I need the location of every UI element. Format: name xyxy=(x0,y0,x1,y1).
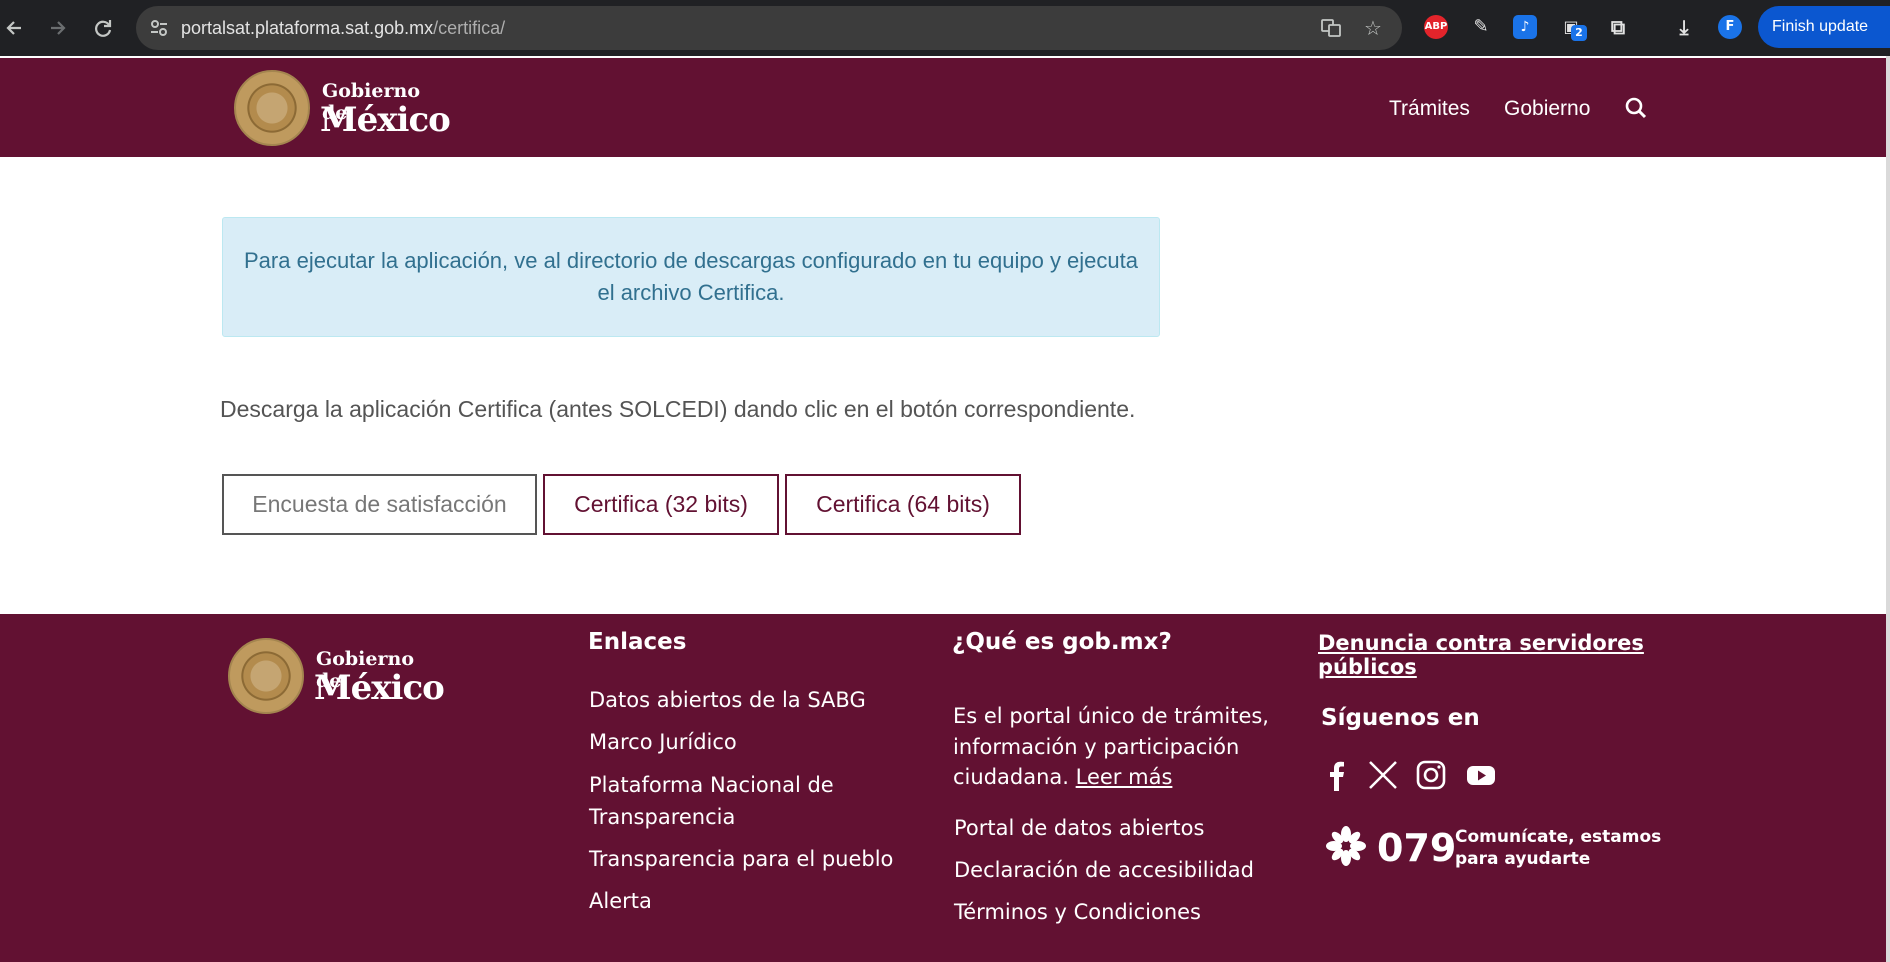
profile-avatar[interactable]: F xyxy=(1718,15,1742,39)
link-datos-abiertos-sabg[interactable]: Datos abiertos de la SABG xyxy=(589,684,866,716)
download-icon[interactable]: ⤓ xyxy=(1672,15,1696,39)
follow-title: Síguenos en xyxy=(1321,705,1480,731)
link-transparencia-pueblo[interactable]: Transparencia para el pueblo xyxy=(589,843,893,875)
search-icon[interactable] xyxy=(1624,96,1648,126)
about-text-3: ciudadana. Leer más xyxy=(953,761,1172,793)
link-plataforma-nacional-line2[interactable]: Transparencia xyxy=(589,801,735,833)
denuncia-link-line2[interactable]: públicos xyxy=(1318,655,1417,679)
extensions-puzzle-icon[interactable]: ⧉ xyxy=(1606,15,1630,39)
national-seal-icon xyxy=(234,70,310,146)
certifica-64-button[interactable]: Certifica (64 bits) xyxy=(785,474,1021,535)
tab-manager-extension-icon[interactable]: ▣2 xyxy=(1559,15,1587,41)
url-host: portalsat.plataforma.sat.gob.mx xyxy=(181,18,434,38)
site-settings-icon[interactable] xyxy=(148,17,170,39)
forward-arrow-icon[interactable] xyxy=(42,13,72,43)
x-twitter-icon[interactable] xyxy=(1366,758,1400,792)
facebook-icon[interactable] xyxy=(1320,758,1354,792)
eyedropper-extension-icon[interactable]: ✎ xyxy=(1469,15,1493,39)
certifica-32-button[interactable]: Certifica (32 bits) xyxy=(543,474,779,535)
address-bar[interactable]: portalsat.plataforma.sat.gob.mx/certific… xyxy=(136,6,1402,50)
back-arrow-icon[interactable] xyxy=(0,13,30,43)
logo-big-text: México xyxy=(320,100,451,140)
about-title: ¿Qué es gob.mx? xyxy=(952,629,1172,655)
phone-number[interactable]: 079 xyxy=(1377,826,1456,870)
info-alert: Para ejecutar la aplicación, ve al direc… xyxy=(222,217,1160,337)
youtube-icon[interactable] xyxy=(1464,758,1498,792)
survey-button[interactable]: Encuesta de satisfacción xyxy=(222,474,537,535)
phone-cta-line2: para ayudarte xyxy=(1455,849,1591,869)
url-path: /certifica/ xyxy=(433,18,506,38)
profile-initial: F xyxy=(1725,19,1735,34)
alert-line-2: el archivo Certifica. xyxy=(597,280,785,305)
about-text-2: información y participación xyxy=(953,735,1240,759)
link-alerta[interactable]: Alerta xyxy=(589,885,652,917)
about-text-3-label: ciudadana. xyxy=(953,765,1069,789)
finish-update-label: Finish update xyxy=(1772,18,1869,35)
link-marco-juridico[interactable]: Marco Jurídico xyxy=(589,726,737,758)
nav-tramites[interactable]: Trámites xyxy=(1389,97,1470,121)
footer-logo-big-text: México xyxy=(314,668,445,708)
adblock-label: ABP xyxy=(1424,21,1448,32)
extension-icon[interactable]: ♪ xyxy=(1513,15,1537,39)
leer-mas-link[interactable]: Leer más xyxy=(1076,765,1173,789)
page-scrollbar[interactable] xyxy=(1886,56,1890,962)
link-terminos-condiciones[interactable]: Términos y Condiciones xyxy=(954,896,1201,928)
reload-icon[interactable] xyxy=(88,13,118,43)
alert-line-1: Para ejecutar la aplicación, ve al direc… xyxy=(244,248,1138,273)
phone-cta-line1: Comunícate, estamos xyxy=(1455,827,1662,847)
phone-cta: Comunícate, estamos para ayudarte xyxy=(1455,826,1661,870)
instagram-icon[interactable] xyxy=(1414,758,1448,792)
nav-gobierno[interactable]: Gobierno xyxy=(1504,97,1590,121)
phone-service-icon xyxy=(1326,826,1366,866)
browser-toolbar: portalsat.plataforma.sat.gob.mx/certific… xyxy=(0,0,1890,77)
links-title: Enlaces xyxy=(588,629,687,655)
extension-badge: 2 xyxy=(1571,25,1587,41)
site-header: Gobierno de México Trámites Gobierno xyxy=(0,58,1886,157)
bookmark-star-icon[interactable]: ☆ xyxy=(1362,17,1384,39)
adblock-extension-icon[interactable]: ABP xyxy=(1424,15,1448,39)
download-description: Descarga la aplicación Certifica (antes … xyxy=(220,396,1136,422)
translate-icon[interactable] xyxy=(1320,17,1342,39)
footer-national-seal-icon xyxy=(228,638,304,714)
about-text-1: Es el portal único de trámites, xyxy=(953,704,1269,728)
url-text[interactable]: portalsat.plataforma.sat.gob.mx/certific… xyxy=(181,6,505,50)
link-portal-datos-abiertos[interactable]: Portal de datos abiertos xyxy=(954,812,1204,844)
link-plataforma-nacional-line1[interactable]: Plataforma Nacional de xyxy=(589,769,834,801)
finish-update-button[interactable]: Finish update ⋮ xyxy=(1758,6,1890,77)
denuncia-link-line1[interactable]: Denuncia contra servidores xyxy=(1318,631,1644,655)
link-declaracion-accesibilidad[interactable]: Declaración de accesibilidad xyxy=(954,854,1254,886)
